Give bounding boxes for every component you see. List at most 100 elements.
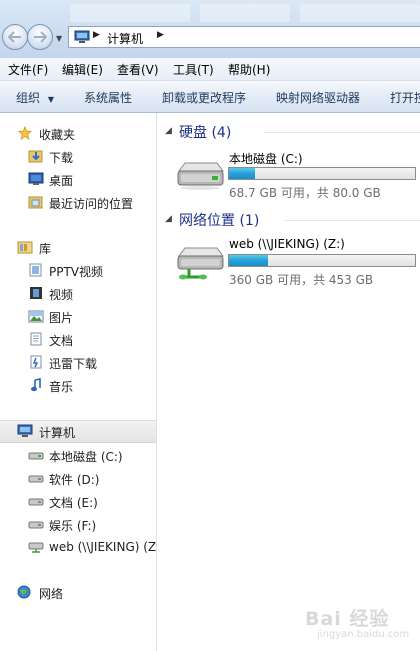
film-icon — [30, 287, 42, 299]
nav-label: web (\\JIEKING) (Z — [49, 540, 156, 554]
computer-icon — [17, 424, 33, 437]
nav-drive-d[interactable]: 软件 (D:) — [0, 468, 156, 488]
navigation-pane: 收藏夹 下载 桌面 最近访问的位置 库 PPTV视频 视频 图片 文档 迅雷下载… — [0, 113, 157, 651]
nav-libraries[interactable]: 库 — [0, 237, 156, 257]
system-properties-button[interactable]: 系统属性 — [84, 89, 132, 106]
hard-drive-icon — [28, 475, 44, 483]
command-bar: 组织 ▼ 系统属性 卸载或更改程序 映射网络驱动器 打开控 — [0, 81, 420, 113]
nav-label: 计算机 — [39, 426, 76, 440]
title-address-area: ▼ ▶ 计算机 ▶ — [0, 0, 420, 58]
nav-favorites[interactable]: 收藏夹 — [0, 123, 156, 143]
nav-label: 娱乐 (F:) — [49, 519, 97, 533]
document-icon — [30, 332, 42, 346]
recent-places-icon — [28, 196, 43, 209]
menu-file[interactable]: 文件(F) — [8, 61, 48, 78]
watermark-url: jingyan.baidu.com — [317, 629, 410, 640]
nav-label: PPTV视频 — [49, 265, 104, 279]
drive-usage-fill — [229, 255, 269, 266]
organize-label: 组织 — [16, 91, 41, 105]
nav-drive-e[interactable]: 文档 (E:) — [0, 491, 156, 511]
nav-pptv-videos[interactable]: PPTV视频 — [0, 260, 156, 280]
group-title-hard-disks[interactable]: 硬盘 (4) — [179, 122, 231, 142]
hard-drive-icon — [177, 162, 224, 190]
nav-recent-places[interactable]: 最近访问的位置 — [0, 192, 156, 212]
organize-button[interactable]: 组织 ▼ — [16, 89, 54, 106]
picture-icon — [28, 310, 44, 323]
nav-downloads[interactable]: 下载 — [0, 146, 156, 166]
nav-thunder-downloads[interactable]: 迅雷下载 — [0, 352, 156, 372]
nav-computer[interactable]: 计算机 — [0, 420, 156, 443]
open-control-panel-button[interactable]: 打开控 — [390, 89, 420, 106]
recent-pages-dropdown-icon[interactable]: ▼ — [56, 34, 62, 43]
collapse-group-icon[interactable]: ◢ — [165, 214, 172, 224]
nav-desktop[interactable]: 桌面 — [0, 169, 156, 189]
nav-label: 音乐 — [49, 380, 74, 394]
nav-music[interactable]: 音乐 — [0, 375, 156, 395]
nav-videos[interactable]: 视频 — [0, 283, 156, 303]
drive-usage-bar — [228, 254, 416, 267]
drive-usage-bar — [228, 167, 416, 180]
breadcrumb-computer[interactable]: 计算机 — [107, 30, 143, 47]
menu-help[interactable]: 帮助(H) — [228, 61, 270, 78]
nav-network[interactable]: 网络 — [0, 582, 156, 602]
nav-label: 网络 — [39, 587, 64, 601]
breadcrumb-separator-icon[interactable]: ▶ — [157, 30, 164, 40]
watermark-text: Bai 经验 — [305, 608, 390, 630]
nav-label: 本地磁盘 (C:) — [49, 450, 123, 464]
nav-pictures[interactable]: 图片 — [0, 306, 156, 326]
music-note-icon — [31, 378, 41, 392]
menu-view[interactable]: 查看(V) — [117, 61, 159, 78]
nav-label: 文档 (E:) — [49, 496, 98, 510]
back-button[interactable] — [2, 24, 28, 50]
breadcrumb-separator-icon[interactable]: ▶ — [93, 30, 100, 40]
uninstall-program-button[interactable]: 卸载或更改程序 — [162, 89, 246, 106]
nav-label: 下载 — [49, 151, 74, 165]
nav-label: 迅雷下载 — [49, 357, 98, 371]
drive-usage-fill — [229, 168, 256, 179]
nav-label: 软件 (D:) — [49, 473, 100, 487]
thunder-download-icon — [30, 355, 42, 369]
nav-label: 图片 — [49, 311, 74, 325]
drive-name: 本地磁盘 (C:) — [229, 152, 303, 166]
map-network-drive-button[interactable]: 映射网络驱动器 — [276, 89, 360, 106]
nav-drive-c[interactable]: 本地磁盘 (C:) — [0, 445, 156, 465]
chevron-down-icon: ▼ — [47, 95, 54, 104]
arrow-left-icon — [8, 31, 21, 43]
drive-tile-c[interactable]: 本地磁盘 (C:) 68.7 GB 可用，共 80.0 GB — [175, 149, 420, 201]
hard-drive-icon — [28, 521, 44, 529]
baidu-watermark: Bai 经验 jingyan.baidu.com — [305, 592, 420, 648]
nav-network-drive-z[interactable]: web (\\JIEKING) (Z — [0, 537, 156, 557]
desktop-icon — [28, 172, 44, 185]
drive-name: web (\\JIEKING) (Z:) — [229, 237, 345, 251]
nav-label: 文档 — [49, 334, 74, 348]
collapse-group-icon[interactable]: ◢ — [165, 126, 172, 136]
download-folder-icon — [28, 150, 43, 163]
drive-size-text: 360 GB 可用，共 453 GB — [229, 273, 374, 287]
nav-documents[interactable]: 文档 — [0, 329, 156, 349]
background-window-tab — [70, 4, 190, 22]
drive-tile-z[interactable]: web (\\JIEKING) (Z:) 360 GB 可用，共 453 GB — [175, 236, 420, 288]
nav-drive-f[interactable]: 娱乐 (F:) — [0, 514, 156, 534]
background-window-tab — [300, 4, 420, 22]
menu-bar: 文件(F) 编辑(E) 查看(V) 工具(T) 帮助(H) — [0, 58, 420, 81]
background-window-tab — [200, 4, 290, 22]
nav-label: 视频 — [49, 288, 74, 302]
drive-size-text: 68.7 GB 可用，共 80.0 GB — [229, 186, 381, 200]
menu-tools[interactable]: 工具(T) — [173, 61, 214, 78]
network-drive-icon — [28, 542, 44, 553]
nav-label: 收藏夹 — [39, 128, 76, 142]
hard-drive-icon — [28, 498, 44, 506]
nav-label: 最近访问的位置 — [49, 197, 134, 211]
address-bar[interactable]: ▶ 计算机 ▶ — [68, 26, 420, 48]
computer-icon — [74, 30, 90, 43]
arrow-right-icon — [34, 31, 47, 43]
network-globe-icon — [17, 585, 31, 599]
group-title-network-locations[interactable]: 网络位置 (1) — [179, 210, 259, 230]
nav-label: 库 — [39, 242, 52, 256]
forward-button[interactable] — [27, 24, 53, 50]
group-divider — [285, 220, 420, 221]
menu-edit[interactable]: 编辑(E) — [62, 61, 103, 78]
network-drive-icon — [177, 247, 224, 280]
library-icon — [17, 241, 33, 254]
content-pane: ◢ 硬盘 (4) 本地磁盘 (C:) 68.7 GB 可用，共 80.0 GB … — [157, 113, 420, 651]
